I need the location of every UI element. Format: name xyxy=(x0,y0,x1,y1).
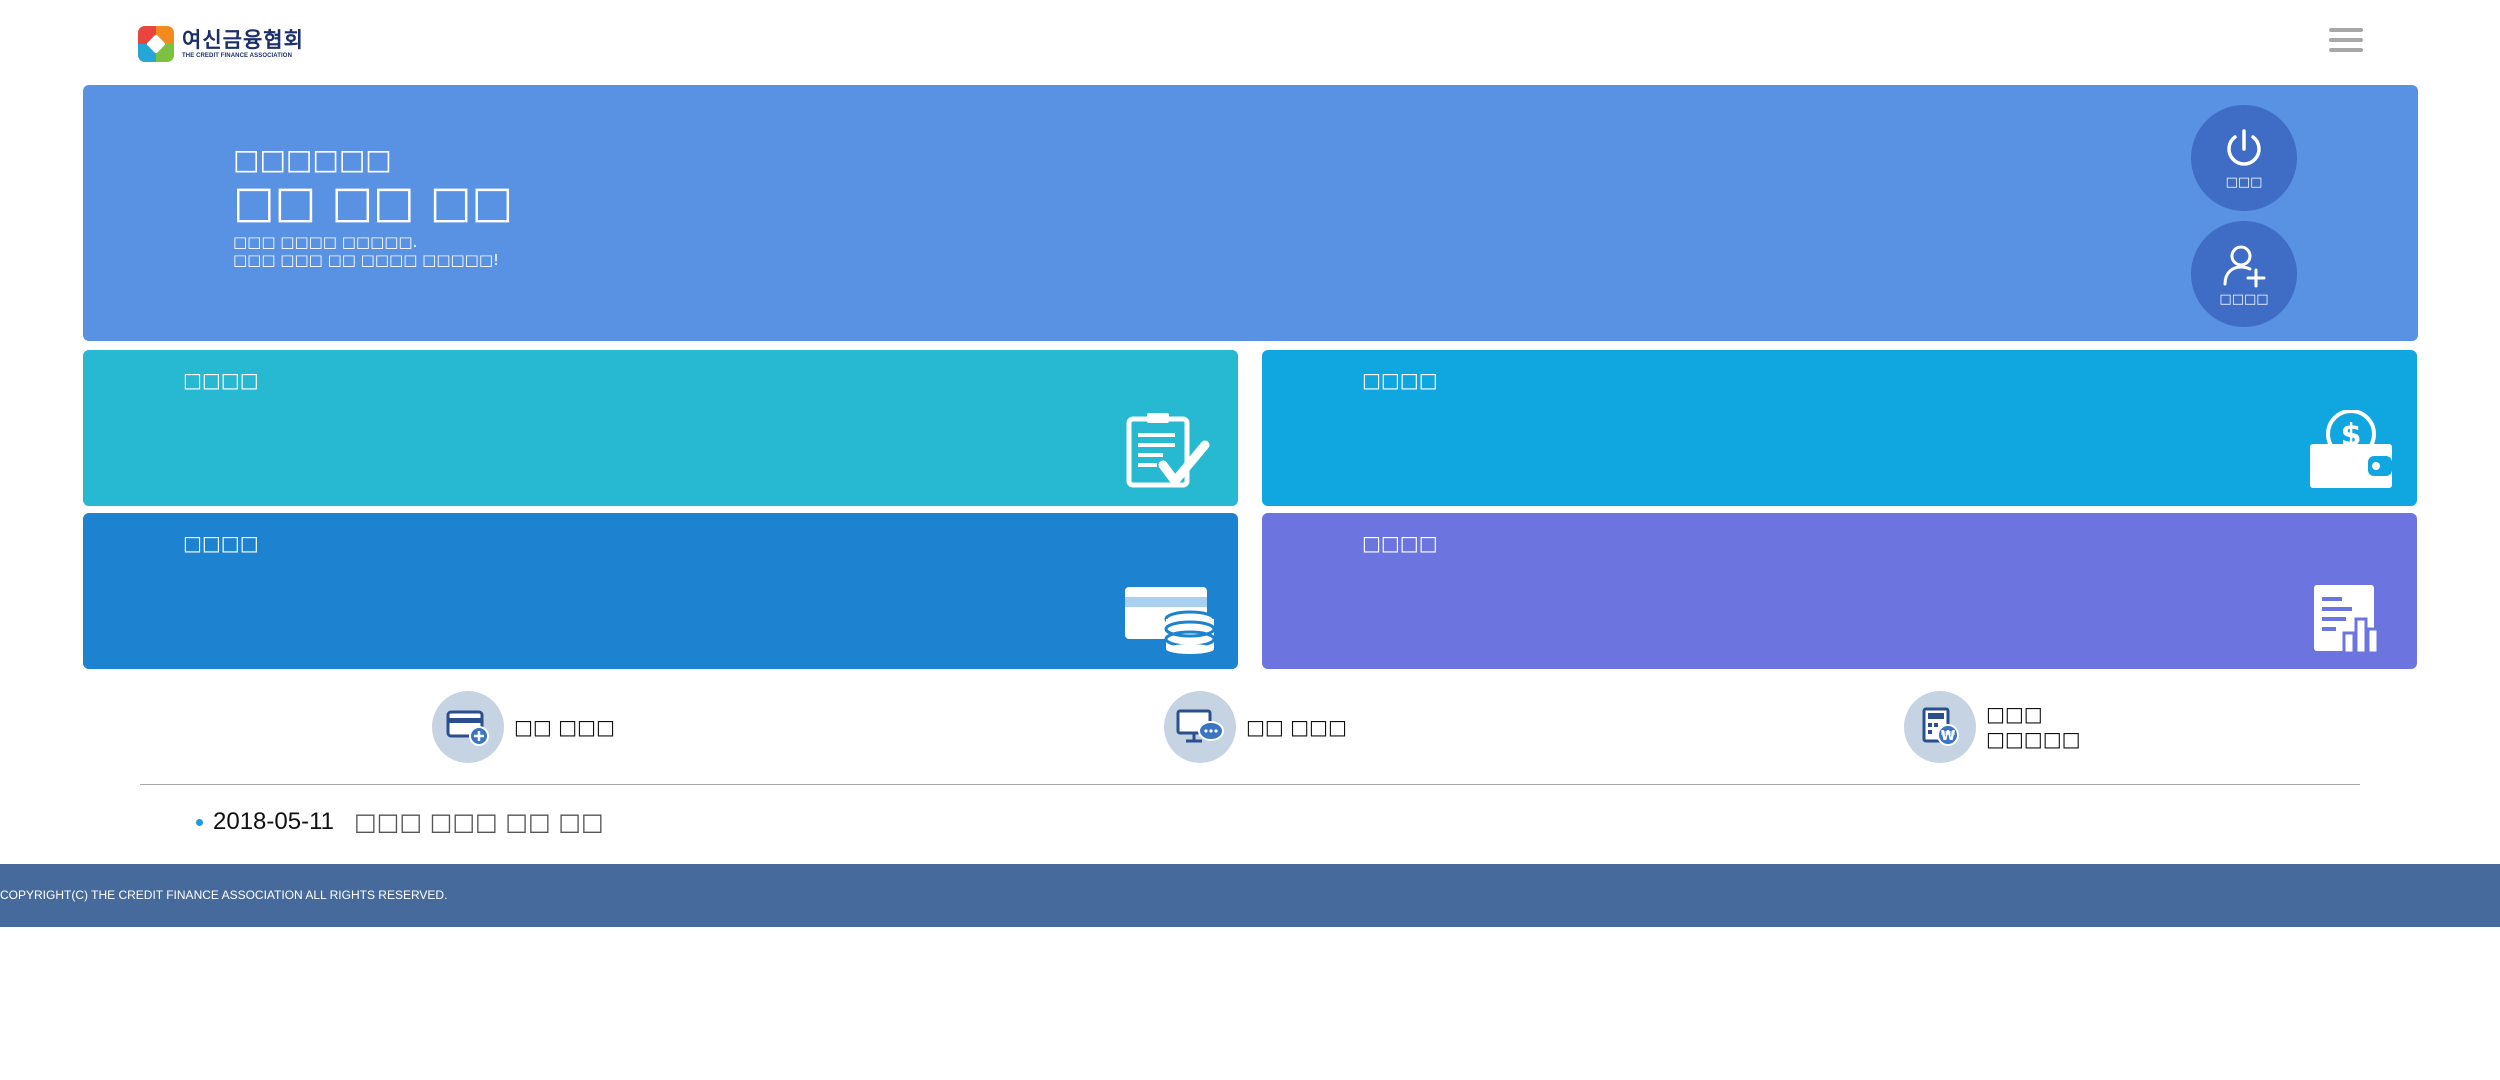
join-label: □□□□ xyxy=(2219,291,2269,307)
login-label: □□□ xyxy=(2225,174,2263,190)
hero-banner: □□□□□□ □□ □□ □□ □□□ □□□□ □□□□□. □□□ □□□ … xyxy=(83,85,2418,341)
hamburger-menu-icon[interactable] xyxy=(2329,28,2363,56)
tile-3-label: □□□□ xyxy=(183,531,259,555)
user-add-icon xyxy=(2223,245,2266,287)
quick-link-1-label: □□ □□□ xyxy=(514,714,615,739)
join-button[interactable]: □□□□ xyxy=(2191,221,2297,327)
monitor-chat-icon xyxy=(1164,691,1236,763)
login-button[interactable]: □□□ xyxy=(2191,105,2297,211)
quick-link-monitor-chat[interactable]: □□ □□□ xyxy=(1164,691,1347,763)
svg-text:₩: ₩ xyxy=(1941,729,1956,744)
card-coins-icon xyxy=(1125,587,1216,654)
copyright-text: COPYRIGHT(C) THE CREDIT FINANCE ASSOCIAT… xyxy=(0,888,448,902)
quick-link-3-line1: □□□ xyxy=(1986,702,2043,726)
wallet-dollar-icon: $ xyxy=(2310,410,2392,488)
logo[interactable]: 여신금융협회 THE CREDIT FINANCE ASSOCIATION xyxy=(138,26,304,62)
notice-title: □□□ □□□ □□ □□ xyxy=(353,808,604,836)
hero-subtitle: □□□□□□ xyxy=(233,143,392,176)
logo-mark-icon xyxy=(138,26,174,62)
logo-english-text: THE CREDIT FINANCE ASSOCIATION xyxy=(182,53,293,59)
power-icon xyxy=(2227,128,2261,166)
tile-2-label: □□□□ xyxy=(1362,368,1438,392)
quick-link-card-add[interactable]: □□ □□□ xyxy=(432,691,615,763)
tile-4-label: □□□□ xyxy=(1362,531,1438,555)
tile-1[interactable]: □□□□ xyxy=(83,350,1238,506)
quick-link-2-label: □□ □□□ xyxy=(1246,714,1347,739)
tile-4[interactable]: □□□□ xyxy=(1262,513,2417,669)
divider xyxy=(140,784,2360,785)
bullet-icon xyxy=(196,818,203,826)
notice-date: 2018-05-11 xyxy=(213,808,334,835)
hero-title: □□ □□ □□ xyxy=(233,177,514,228)
quick-link-calculator[interactable]: ₩ □□□ □□□□□ xyxy=(1904,691,2080,763)
hero-desc-line2: □□□ □□□ □□ □□□□ □□□□□! xyxy=(233,251,500,269)
hero-desc-line1: □□□ □□□□ □□□□□. xyxy=(233,233,418,251)
document-chart-icon xyxy=(2314,585,2380,655)
tile-3[interactable]: □□□□ xyxy=(83,513,1238,669)
tile-2[interactable]: □□□□ $ xyxy=(1262,350,2417,506)
logo-korean-text: 여신금융협회 xyxy=(182,28,304,52)
quick-link-3-label: □□□ □□□□□ xyxy=(1986,702,2080,752)
hero-description: □□□ □□□□ □□□□□. □□□ □□□ □□ □□□□ □□□□□! xyxy=(233,233,499,269)
tile-1-label: □□□□ xyxy=(183,368,259,392)
footer: COPYRIGHT(C) THE CREDIT FINANCE ASSOCIAT… xyxy=(0,864,2500,927)
notice-item[interactable]: 2018-05-11 □□□ □□□ □□ □□ xyxy=(196,808,604,836)
clipboard-check-icon xyxy=(1126,413,1210,488)
quick-link-3-line2: □□□□□ xyxy=(1986,727,2081,751)
calculator-won-icon: ₩ xyxy=(1904,691,1976,763)
card-add-icon xyxy=(432,691,504,763)
